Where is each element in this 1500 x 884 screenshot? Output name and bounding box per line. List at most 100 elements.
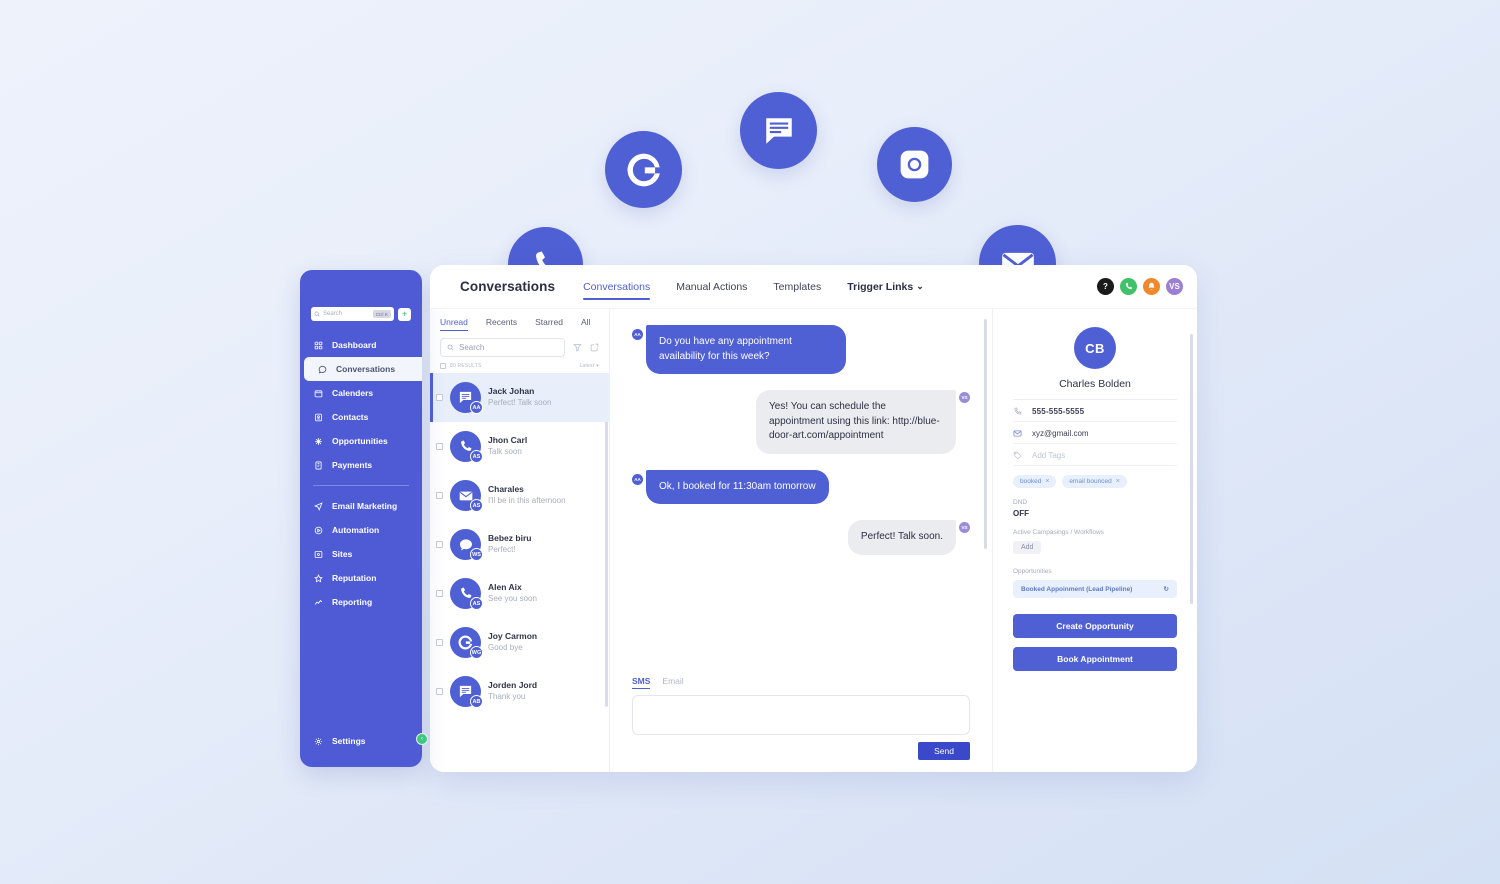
whatsapp-icon[interactable] (1120, 278, 1137, 295)
tags-field[interactable]: Add Tags (1013, 444, 1177, 466)
create-opportunity-button[interactable]: Create Opportunity (1013, 614, 1177, 638)
contact-details-panel: CB Charles Bolden 555-555-5555 xyz@gmail… (992, 309, 1197, 772)
list-item-text: Bebez biru Perfect! (488, 533, 531, 555)
sidebar-item-label: Email Marketing (332, 501, 398, 511)
phone-value: 555-555-5555 (1032, 407, 1085, 416)
sidebar-item-settings[interactable]: Settings (300, 729, 422, 753)
row-checkbox[interactable] (436, 443, 443, 450)
sidebar-item-automation[interactable]: Automation (300, 518, 422, 542)
sidebar-item-payments[interactable]: Payments (300, 453, 422, 477)
notification-bell-icon[interactable] (1143, 278, 1160, 295)
row-checkbox[interactable] (436, 394, 443, 401)
tag-chip[interactable]: booked × (1013, 475, 1057, 488)
sidebar-item-label: Calenders (332, 388, 374, 398)
conversation-items[interactable]: AA Jack Johan Perfect! Talk soon AS Jhon… (430, 373, 609, 772)
list-item[interactable]: AA Jack Johan Perfect! Talk soon (430, 373, 609, 422)
message-preview: Perfect! (488, 544, 516, 554)
sidebar: Search Ctrl K + Dashboard Conversations … (300, 270, 428, 767)
filter-unread[interactable]: Unread (440, 317, 468, 331)
composer-channel-tabs: SMS Email (632, 676, 970, 689)
row-checkbox[interactable] (436, 688, 443, 695)
sender-badge: AA (632, 329, 643, 340)
sidebar-item-reputation[interactable]: Reputation (300, 566, 422, 590)
add-campaign-button[interactable]: Add (1013, 541, 1042, 554)
sidebar-item-reporting[interactable]: Reporting (300, 590, 422, 614)
sidebar-item-email-marketing[interactable]: Email Marketing (300, 494, 422, 518)
sort-dropdown[interactable]: Latest ▾ (579, 363, 599, 369)
sidebar-item-opportunities[interactable]: Opportunities (300, 429, 422, 453)
contact-panel-scrollbar[interactable] (1190, 334, 1193, 604)
sidebar-item-contacts[interactable]: Contacts (300, 405, 422, 429)
add-button[interactable]: + (398, 307, 411, 321)
tab-manual-actions[interactable]: Manual Actions (676, 265, 747, 308)
sidebar-item-label: Settings (332, 736, 366, 746)
message-preview: See you soon (488, 593, 537, 603)
message-input[interactable] (632, 695, 970, 735)
contact-name: Jorden Jord (488, 680, 538, 691)
filter-all[interactable]: All (581, 317, 590, 331)
chat-scrollbar[interactable] (984, 319, 987, 549)
list-item[interactable]: AB Jorden Jord Thank you (430, 667, 609, 716)
list-item-text: Alen Aix See you soon (488, 582, 537, 604)
list-item[interactable]: AS Jhon Carl Talk soon (430, 422, 609, 471)
tab-trigger-links[interactable]: Trigger Links ⌄ (847, 265, 923, 308)
row-checkbox[interactable] (436, 639, 443, 646)
search-input[interactable]: Search Ctrl K (311, 307, 394, 321)
sidebar-item-label: Dashboard (332, 340, 377, 350)
send-button[interactable]: Send (918, 742, 970, 760)
list-item[interactable]: WS Bebez biru Perfect! (430, 520, 609, 569)
contact-name: Charles Bolden (1013, 378, 1177, 400)
message-row: Perfect! Talk soon. VS (632, 520, 970, 555)
chat-bubble-icon (740, 92, 817, 169)
book-appointment-button[interactable]: Book Appointment (1013, 647, 1177, 671)
automation-icon (313, 526, 324, 535)
list-item[interactable]: AS Alen Aix See you soon (430, 569, 609, 618)
google-icon (605, 131, 682, 208)
refresh-icon[interactable]: ↻ (1164, 585, 1169, 593)
opportunity-chip[interactable]: Booked Appoinment (Lead Pipeline) ↻ (1013, 580, 1177, 598)
sidebar-item-sites[interactable]: Sites (300, 542, 422, 566)
tag-icon (1013, 451, 1024, 460)
compose-icon[interactable] (590, 343, 599, 352)
search-icon (447, 344, 454, 351)
sidebar-search-row: Search Ctrl K + (311, 307, 411, 321)
sidebar-collapse-button[interactable]: ‹ (416, 733, 428, 745)
tab-conversations[interactable]: Conversations (583, 265, 651, 308)
message-preview: Thank you (488, 691, 526, 701)
list-item[interactable]: WG Joy Carmon Good bye (430, 618, 609, 667)
tab-templates[interactable]: Templates (773, 265, 821, 308)
filter-icon[interactable] (573, 343, 582, 352)
phone-field[interactable]: 555-555-5555 (1013, 400, 1177, 422)
composer-actions: Send (632, 742, 970, 760)
user-avatar[interactable]: VS (1166, 278, 1183, 295)
message-thread: AA Do you have any appointment availabil… (610, 309, 992, 676)
filter-starred[interactable]: Starred (535, 317, 563, 331)
help-icon[interactable]: ? (1097, 278, 1114, 295)
row-checkbox[interactable] (436, 590, 443, 597)
conversation-search-input[interactable]: Search (440, 338, 565, 357)
sidebar-item-calenders[interactable]: Calenders (300, 381, 422, 405)
remove-tag-icon[interactable]: × (1116, 478, 1120, 485)
sender-badge: VS (959, 392, 970, 403)
list-item-text: Charales I'll be in this afternoon (488, 484, 566, 506)
message-row: AA Ok, I booked for 11:30am tomorrow (632, 469, 970, 504)
composer-tab-sms[interactable]: SMS (632, 676, 651, 689)
filter-recents[interactable]: Recents (486, 317, 517, 331)
row-checkbox[interactable] (436, 541, 443, 548)
remove-tag-icon[interactable]: × (1045, 478, 1049, 485)
select-all-checkbox[interactable] (440, 363, 446, 369)
sidebar-item-label: Reporting (332, 597, 373, 607)
email-field[interactable]: xyz@gmail.com (1013, 422, 1177, 444)
tab-conversations-label: Conversations (583, 280, 651, 293)
row-checkbox[interactable] (436, 492, 443, 499)
sidebar-item-dashboard[interactable]: Dashboard (300, 333, 422, 357)
tab-trigger-links-label: Trigger Links (847, 280, 914, 293)
list-item[interactable]: AS Charales I'll be in this afternoon (430, 471, 609, 520)
email-value: xyz@gmail.com (1032, 429, 1089, 438)
sidebar-item-label: Reputation (332, 573, 377, 583)
sidebar-item-conversations[interactable]: Conversations (304, 357, 422, 381)
tag-chip[interactable]: email bounced × (1062, 475, 1127, 488)
avatar: AB (450, 676, 483, 708)
composer-tab-email[interactable]: Email (662, 676, 683, 689)
channel-badge: WS (470, 548, 483, 561)
